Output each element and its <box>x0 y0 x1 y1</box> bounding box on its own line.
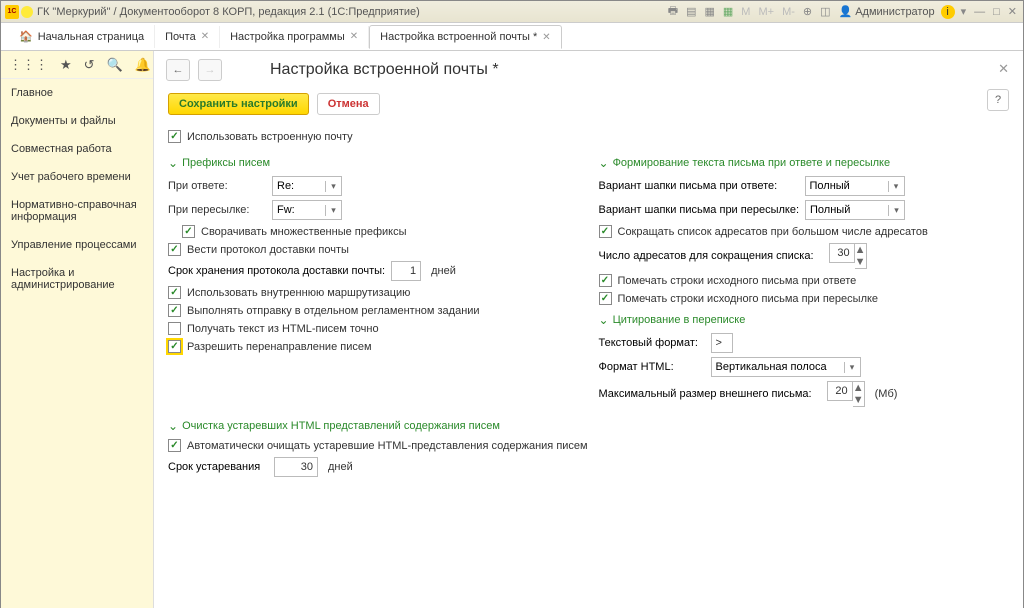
tab-mail[interactable]: Почта ✕ <box>155 26 220 48</box>
save-button[interactable]: Сохранить настройки <box>168 93 309 115</box>
close-icon[interactable]: ✕ <box>350 31 358 42</box>
app-logo-icon: 1C <box>5 5 19 19</box>
m-icon[interactable]: M <box>739 6 752 18</box>
pin-icon[interactable]: ◫ <box>818 5 832 18</box>
maximize-icon[interactable]: □ <box>991 6 1002 18</box>
close-icon[interactable]: ✕ <box>201 31 209 42</box>
auto-clean-checkbox[interactable] <box>168 439 181 452</box>
search-icon[interactable]: 🔍 <box>107 57 123 73</box>
use-mail-label: Использовать встроенную почту <box>187 131 353 143</box>
print-icon[interactable]: 🖶 <box>666 2 680 21</box>
mark-reply-checkbox[interactable] <box>599 274 612 287</box>
close-page-icon[interactable]: ✕ <box>998 61 1009 77</box>
section-quote[interactable]: Цитирование в переписке <box>599 313 1010 327</box>
redirect-checkbox[interactable] <box>168 340 181 353</box>
bell-icon[interactable]: 🔔 <box>135 57 151 73</box>
nav-admin[interactable]: Настройка и администрирование <box>1 259 153 299</box>
forward-button[interactable]: → <box>198 59 222 81</box>
close-window-icon[interactable]: ✕ <box>1006 5 1019 18</box>
reply-label: При ответе: <box>168 180 266 192</box>
status-dot-icon <box>21 6 33 18</box>
dropdown-icon[interactable]: ▾ <box>959 5 969 18</box>
reply-select[interactable]: Re:▾ <box>272 176 342 196</box>
sidebar: ⋮⋮⋮ ★ ↺ 🔍 🔔 Главное Документы и файлы Со… <box>1 51 154 608</box>
window-title: ГК "Меркурий" / Документооборот 8 КОРП, … <box>37 6 666 18</box>
star-icon[interactable]: ★ <box>60 57 72 73</box>
nav-proc[interactable]: Управление процессами <box>1 231 153 259</box>
close-icon[interactable]: ✕ <box>542 32 550 43</box>
html-fmt-select[interactable]: Вертикальная полоса▾ <box>711 357 861 377</box>
section-formation[interactable]: Формирование текста письма при ответе и … <box>599 156 1010 170</box>
nav-main[interactable]: Главное <box>1 79 153 107</box>
protocol-checkbox[interactable] <box>168 243 181 256</box>
hdr-fwd-select[interactable]: Полный▾ <box>805 200 905 220</box>
fwd-label: При пересылке: <box>168 204 266 216</box>
toolbar-icons: 🖶 ▤ ▦ ▦ M M+ M- ⊕ ◫ <box>666 2 833 21</box>
user-info[interactable]: 👤 Администратор <box>839 5 935 18</box>
count-spinner[interactable]: ▲▼ <box>829 243 867 269</box>
routing-checkbox[interactable] <box>168 286 181 299</box>
expire-input[interactable] <box>274 457 318 477</box>
zoom-icon[interactable]: ⊕ <box>801 5 814 18</box>
section-cleanup[interactable]: Очистка устаревших HTML представлений со… <box>168 419 1009 433</box>
tab-home[interactable]: 🏠 Начальная страница <box>9 25 155 48</box>
mplus-icon[interactable]: M+ <box>756 6 776 18</box>
tab-bar: 🏠 Начальная страница Почта ✕ Настройка п… <box>1 23 1023 51</box>
shorten-checkbox[interactable] <box>599 225 612 238</box>
collapse-checkbox[interactable] <box>182 225 195 238</box>
menu-icon[interactable]: ⋮⋮⋮ <box>9 57 48 73</box>
nav-time[interactable]: Учет рабочего времени <box>1 163 153 191</box>
use-mail-checkbox[interactable] <box>168 130 181 143</box>
help-button[interactable]: ? <box>987 89 1009 111</box>
content-area: ✕ ← → Настройка встроенной почты * ? Сох… <box>154 51 1023 608</box>
nav-collab[interactable]: Совместная работа <box>1 135 153 163</box>
fwd-select[interactable]: Fw:▾ <box>272 200 342 220</box>
retention-label: Срок хранения протокола доставки почты: <box>168 265 385 277</box>
html-exact-checkbox[interactable] <box>168 322 181 335</box>
retention-input[interactable] <box>391 261 421 281</box>
nav-ref[interactable]: Нормативно-справочная информация <box>1 191 153 231</box>
doc-icon[interactable]: ▤ <box>684 5 698 18</box>
tab-mail-settings[interactable]: Настройка встроенной почты * ✕ <box>369 25 562 49</box>
nav-docs[interactable]: Документы и файлы <box>1 107 153 135</box>
back-button[interactable]: ← <box>166 59 190 81</box>
titlebar: 1C ГК "Меркурий" / Документооборот 8 КОР… <box>1 1 1023 23</box>
mminus-icon[interactable]: M- <box>780 6 797 18</box>
text-fmt-input[interactable] <box>711 333 733 353</box>
calc-icon[interactable]: ▦ <box>702 5 716 18</box>
section-prefixes[interactable]: Префиксы писем <box>168 156 579 170</box>
max-size-spinner[interactable]: ▲▼ <box>827 381 865 407</box>
minimize-icon[interactable]: — <box>972 6 987 18</box>
tab-settings[interactable]: Настройка программы ✕ <box>220 26 369 48</box>
mark-fwd-checkbox[interactable] <box>599 292 612 305</box>
history-icon[interactable]: ↺ <box>84 57 95 73</box>
cancel-button[interactable]: Отмена <box>317 93 380 115</box>
hdr-reply-select[interactable]: Полный▾ <box>805 176 905 196</box>
info-icon[interactable]: i <box>941 5 955 19</box>
page-title: Настройка встроенной почты * <box>270 61 499 79</box>
cal-icon[interactable]: ▦ <box>721 5 735 18</box>
reglament-checkbox[interactable] <box>168 304 181 317</box>
